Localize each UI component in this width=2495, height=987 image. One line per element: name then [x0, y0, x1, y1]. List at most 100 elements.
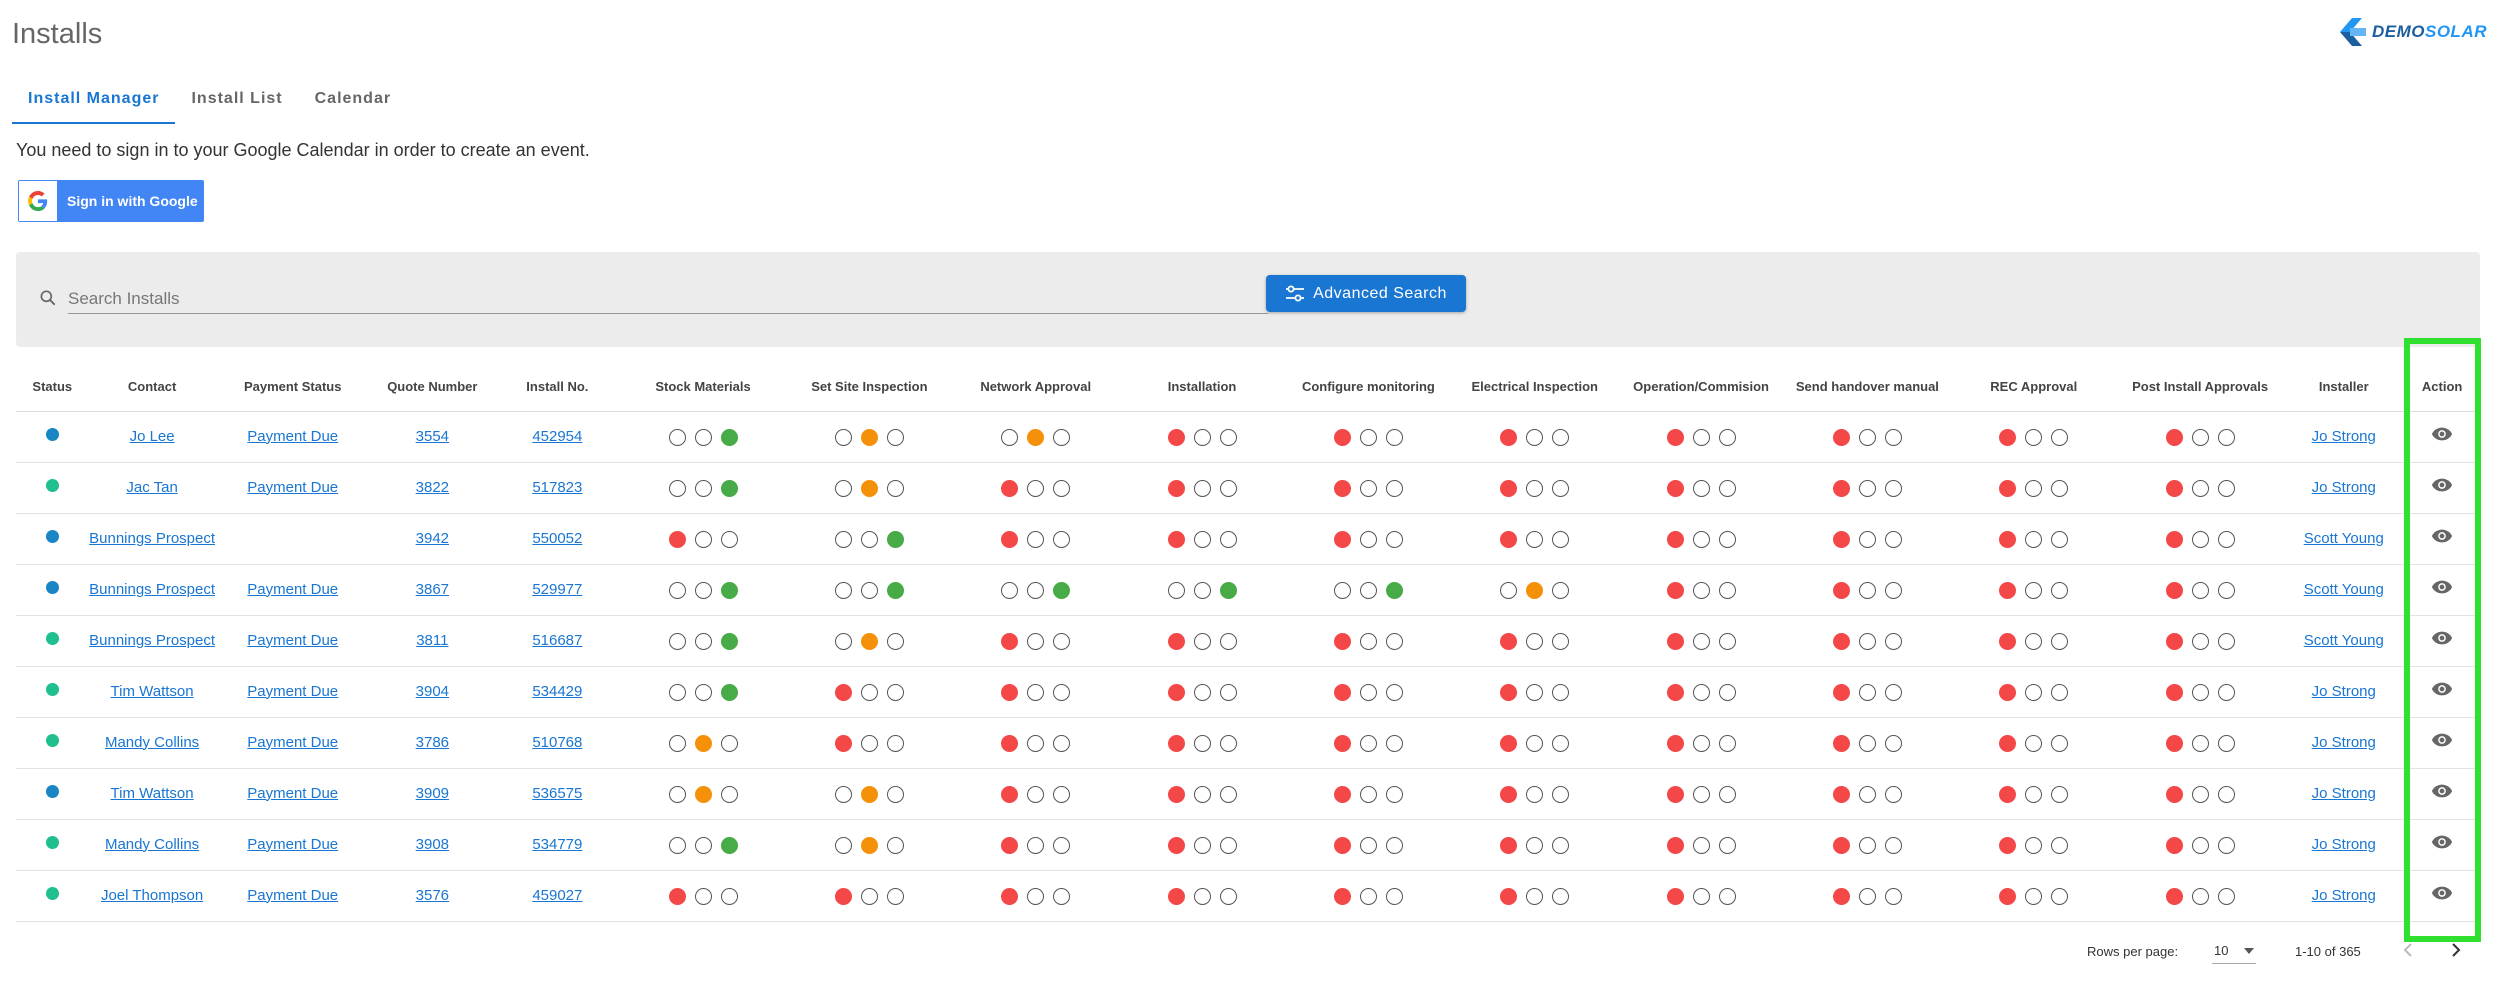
stage-dot-empty[interactable]	[2191, 684, 2209, 701]
stage-dot-empty[interactable]	[2051, 837, 2069, 854]
quote-number-link[interactable]: 3908	[416, 836, 449, 853]
stage-dot-empty[interactable]	[1001, 429, 1019, 446]
stage-dot-empty[interactable]	[2051, 582, 2069, 599]
stage-dot-empty[interactable]	[668, 429, 686, 446]
stage-dot-empty[interactable]	[1692, 735, 1710, 752]
view-eye-icon[interactable]	[2431, 783, 2453, 805]
payment-status-link[interactable]: Payment Due	[247, 428, 338, 445]
stage-dot-empty[interactable]	[1858, 786, 1876, 803]
quote-number-link[interactable]: 3786	[416, 734, 449, 751]
stage-dot-empty[interactable]	[2191, 429, 2209, 446]
stage-dot-empty[interactable]	[1053, 531, 1071, 548]
stage-dot-empty[interactable]	[1027, 888, 1045, 905]
install-no-link[interactable]: 550052	[532, 530, 582, 547]
payment-status-link[interactable]: Payment Due	[247, 785, 338, 802]
stage-dot-empty[interactable]	[2217, 633, 2235, 650]
stage-dot-empty[interactable]	[886, 429, 904, 446]
stage-dot-empty[interactable]	[1884, 735, 1902, 752]
install-no-link[interactable]: 536575	[532, 785, 582, 802]
stage-dot-empty[interactable]	[886, 735, 904, 752]
stage-dot-empty[interactable]	[1552, 480, 1570, 497]
stage-dot-empty[interactable]	[2051, 429, 2069, 446]
view-eye-icon[interactable]	[2431, 630, 2453, 652]
stage-dot-empty[interactable]	[1552, 429, 1570, 446]
stage-dot-red[interactable]	[1832, 735, 1850, 752]
stage-dot-red[interactable]	[1999, 480, 2017, 497]
installer-link[interactable]: Jo Strong	[2312, 836, 2376, 853]
installer-link[interactable]: Jo Strong	[2312, 428, 2376, 445]
stage-dot-orange[interactable]	[860, 480, 878, 497]
stage-dot-empty[interactable]	[720, 735, 738, 752]
stage-dot-red[interactable]	[1001, 888, 1019, 905]
contact-link[interactable]: Mandy Collins	[105, 734, 199, 751]
stage-dot-empty[interactable]	[694, 582, 712, 599]
stage-dot-green[interactable]	[720, 480, 738, 497]
stage-dot-red[interactable]	[1666, 531, 1684, 548]
stage-dot-orange[interactable]	[860, 786, 878, 803]
stage-dot-empty[interactable]	[1858, 837, 1876, 854]
stage-dot-empty[interactable]	[1526, 480, 1544, 497]
tab-calendar[interactable]: Calendar	[299, 82, 407, 122]
stage-dot-red[interactable]	[1999, 888, 2017, 905]
stage-dot-empty[interactable]	[1193, 429, 1211, 446]
stage-dot-empty[interactable]	[1193, 786, 1211, 803]
stage-dot-empty[interactable]	[1027, 480, 1045, 497]
stage-dot-empty[interactable]	[1692, 582, 1710, 599]
stage-dot-empty[interactable]	[2191, 786, 2209, 803]
stage-dot-empty[interactable]	[2191, 480, 2209, 497]
stage-dot-orange[interactable]	[860, 837, 878, 854]
stage-dot-red[interactable]	[1999, 582, 2017, 599]
stage-dot-empty[interactable]	[1333, 582, 1351, 599]
installer-link[interactable]: Jo Strong	[2312, 887, 2376, 904]
install-no-link[interactable]: 534779	[532, 836, 582, 853]
stage-dot-red[interactable]	[1999, 735, 2017, 752]
stage-dot-red[interactable]	[1999, 429, 2017, 446]
stage-dot-empty[interactable]	[1385, 480, 1403, 497]
stage-dot-red[interactable]	[1001, 837, 1019, 854]
stage-dot-empty[interactable]	[1884, 480, 1902, 497]
stage-dot-empty[interactable]	[1053, 480, 1071, 497]
sign-in-with-google-button[interactable]: Sign in with Google	[18, 180, 204, 222]
stage-dot-red[interactable]	[1333, 735, 1351, 752]
stage-dot-empty[interactable]	[1219, 531, 1237, 548]
stage-dot-empty[interactable]	[2217, 735, 2235, 752]
installer-link[interactable]: Jo Strong	[2312, 734, 2376, 751]
stage-dot-red[interactable]	[2165, 582, 2183, 599]
stage-dot-red[interactable]	[1666, 429, 1684, 446]
stage-dot-red[interactable]	[1167, 429, 1185, 446]
payment-status-link[interactable]: Payment Due	[247, 632, 338, 649]
stage-dot-empty[interactable]	[2025, 786, 2043, 803]
stage-dot-empty[interactable]	[1526, 837, 1544, 854]
stage-dot-empty[interactable]	[694, 684, 712, 701]
stage-dot-red[interactable]	[1001, 531, 1019, 548]
stage-dot-empty[interactable]	[1884, 684, 1902, 701]
stage-dot-empty[interactable]	[1718, 480, 1736, 497]
stage-dot-empty[interactable]	[834, 633, 852, 650]
stage-dot-empty[interactable]	[1718, 582, 1736, 599]
stage-dot-empty[interactable]	[1027, 786, 1045, 803]
stage-dot-green[interactable]	[720, 582, 738, 599]
stage-dot-red[interactable]	[1666, 786, 1684, 803]
stage-dot-empty[interactable]	[2025, 429, 2043, 446]
stage-dot-empty[interactable]	[1219, 786, 1237, 803]
stage-dot-empty[interactable]	[1858, 735, 1876, 752]
stage-dot-empty[interactable]	[2051, 480, 2069, 497]
stage-dot-empty[interactable]	[2025, 582, 2043, 599]
stage-dot-red[interactable]	[2165, 735, 2183, 752]
stage-dot-empty[interactable]	[694, 888, 712, 905]
stage-dot-empty[interactable]	[1385, 684, 1403, 701]
stage-dot-empty[interactable]	[694, 480, 712, 497]
quote-number-link[interactable]: 3909	[416, 785, 449, 802]
stage-dot-empty[interactable]	[1219, 633, 1237, 650]
quote-number-link[interactable]: 3867	[416, 581, 449, 598]
stage-dot-red[interactable]	[1832, 480, 1850, 497]
tab-install-manager[interactable]: Install Manager	[12, 82, 176, 124]
stage-dot-empty[interactable]	[1193, 582, 1211, 599]
stage-dot-red[interactable]	[1333, 633, 1351, 650]
stage-dot-empty[interactable]	[834, 480, 852, 497]
stage-dot-empty[interactable]	[1027, 582, 1045, 599]
stage-dot-empty[interactable]	[2191, 633, 2209, 650]
stage-dot-red[interactable]	[1500, 837, 1518, 854]
stage-dot-empty[interactable]	[1053, 837, 1071, 854]
stage-dot-empty[interactable]	[1858, 684, 1876, 701]
